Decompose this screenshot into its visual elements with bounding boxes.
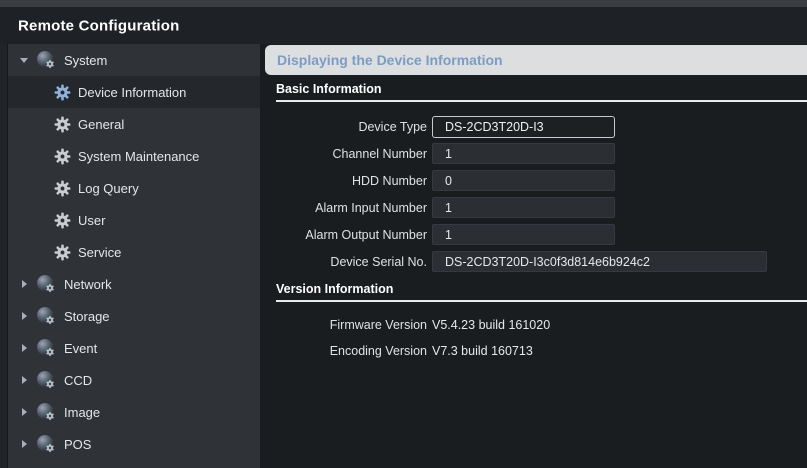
alarm-input-number-field: 1 (432, 197, 615, 218)
gear-icon (54, 244, 71, 261)
left-edge-strip (0, 44, 8, 468)
field-label: Device Serial No. (276, 255, 427, 269)
sidebar-item-user[interactable]: User (8, 204, 260, 236)
gear-icon (54, 180, 71, 197)
field-label: Device Type (276, 120, 427, 134)
gear-icon (54, 212, 71, 229)
section-divider (276, 100, 807, 102)
sidebar-item-ccd[interactable]: CCD (8, 364, 260, 396)
form-row-alarm-output-number: Alarm Output Number 1 (276, 221, 807, 248)
sidebar-item-label: User (78, 213, 105, 228)
firmware-version-value: V5.4.23 build 161020 (432, 318, 550, 332)
field-label: Alarm Output Number (276, 228, 427, 242)
form-row-channel-number: Channel Number 1 (276, 140, 807, 167)
sidebar-item-log-query[interactable]: Log Query (8, 172, 260, 204)
sidebar-item-device-information[interactable]: Device Information (8, 76, 260, 108)
panel-status-header: Displaying the Device Information (265, 45, 807, 75)
sidebar-item-event[interactable]: Event (8, 332, 260, 364)
gear-icon (54, 148, 71, 165)
window-titlebar: Remote Configuration (0, 7, 807, 44)
sidebar-item-service[interactable]: Service (8, 236, 260, 268)
hdd-number-field: 0 (432, 170, 615, 191)
window-title: Remote Configuration (18, 17, 180, 34)
basic-information-form: Device Type Channel Number 1 HDD Number … (276, 113, 807, 275)
field-label: Channel Number (276, 147, 427, 161)
config-tree-sidebar: System Device Information General System… (8, 44, 260, 468)
field-label: Firmware Version (276, 318, 427, 332)
sidebar-item-label: Image (64, 405, 100, 420)
sphere-gear-icon (36, 306, 56, 326)
field-label: HDD Number (276, 174, 427, 188)
sidebar-item-label: Service (78, 245, 121, 260)
field-label: Alarm Input Number (276, 201, 427, 215)
sidebar-item-storage[interactable]: Storage (8, 300, 260, 332)
device-information-panel: Displaying the Device Information Basic … (265, 44, 807, 468)
sidebar-item-label: CCD (64, 373, 92, 388)
sidebar-item-network[interactable]: Network (8, 268, 260, 300)
triangle-right-icon[interactable] (19, 376, 29, 384)
triangle-down-icon[interactable] (19, 58, 29, 63)
sidebar-item-label: Log Query (78, 181, 139, 196)
triangle-right-icon[interactable] (19, 440, 29, 448)
sidebar-item-label: System (64, 53, 107, 68)
sidebar-item-label: General (78, 117, 124, 132)
sphere-gear-icon (36, 434, 56, 454)
sphere-gear-icon (36, 274, 56, 294)
sidebar-item-system-maintenance[interactable]: System Maintenance (8, 140, 260, 172)
device-type-input[interactable] (432, 116, 615, 138)
sphere-gear-icon (36, 402, 56, 422)
triangle-right-icon[interactable] (19, 344, 29, 352)
panel-status-text: Displaying the Device Information (277, 52, 503, 68)
alarm-output-number-field: 1 (432, 224, 615, 245)
section-divider (276, 300, 807, 302)
encoding-version-value: V7.3 build 160713 (432, 344, 533, 358)
sidebar-item-label: Storage (64, 309, 110, 324)
section-title: Version Information (276, 282, 807, 296)
sidebar-item-label: System Maintenance (78, 149, 199, 164)
sidebar-item-label: POS (64, 437, 91, 452)
triangle-right-icon[interactable] (19, 312, 29, 320)
triangle-right-icon[interactable] (19, 280, 29, 288)
field-label: Encoding Version (276, 344, 427, 358)
gear-icon (54, 116, 71, 133)
sidebar-item-label: Network (64, 277, 112, 292)
window-top-strip (0, 0, 807, 7)
sidebar-item-pos[interactable]: POS (8, 428, 260, 460)
form-row-hdd-number: HDD Number 0 (276, 167, 807, 194)
form-row-device-serial-no: Device Serial No. DS-2CD3T20D-I3c0f3d814… (276, 248, 807, 275)
version-row-encoding: Encoding Version V7.3 build 160713 (276, 338, 807, 364)
form-row-alarm-input-number: Alarm Input Number 1 (276, 194, 807, 221)
version-row-firmware: Firmware Version V5.4.23 build 161020 (276, 312, 807, 338)
triangle-right-icon[interactable] (19, 408, 29, 416)
sphere-gear-icon (36, 370, 56, 390)
basic-information-section: Basic Information Device Type Channel Nu… (265, 82, 807, 275)
version-information-section: Version Information Firmware Version V5.… (265, 282, 807, 364)
gear-icon (54, 84, 71, 101)
version-information-form: Firmware Version V5.4.23 build 161020 En… (276, 312, 807, 364)
form-row-device-type: Device Type (276, 113, 807, 140)
section-title: Basic Information (276, 82, 807, 96)
sidebar-item-label: Event (64, 341, 97, 356)
sphere-gear-icon (36, 50, 56, 70)
sidebar-item-label: Device Information (78, 85, 186, 100)
sphere-gear-icon (36, 338, 56, 358)
channel-number-field: 1 (432, 143, 615, 164)
sidebar-item-system[interactable]: System (8, 44, 260, 76)
device-serial-field: DS-2CD3T20D-I3c0f3d814e6b924c2 (432, 251, 767, 272)
sidebar-item-image[interactable]: Image (8, 396, 260, 428)
sidebar-item-general[interactable]: General (8, 108, 260, 140)
